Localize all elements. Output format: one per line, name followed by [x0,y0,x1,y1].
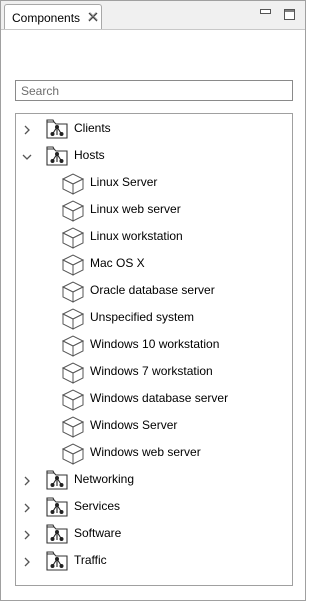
tree-item-label: Windows web server [90,445,201,459]
close-icon[interactable] [87,11,99,23]
cube-icon [61,334,85,357]
tree-item-windows-server[interactable]: Windows Server [16,412,292,439]
tree-item-linux-server[interactable]: Linux Server [16,169,292,196]
cube-icon [61,172,85,195]
tree-group-hosts[interactable]: Hosts [16,142,292,169]
cube-icon [61,442,85,465]
chevron-right-icon[interactable] [22,124,32,135]
tree-group-label: Software [74,526,122,540]
cube-icon [61,280,85,303]
minimize-icon[interactable] [259,8,272,21]
cube-icon [61,307,85,330]
tree-group-clients[interactable]: Clients [16,115,292,142]
tree-item-label: Windows 10 workstation [90,337,220,351]
tree-item-oracle-database-server[interactable]: Oracle database server [16,277,292,304]
tree-item-label: Windows 7 workstation [90,364,213,378]
tab-title: Components [12,11,81,25]
tree-item-label: Linux Server [90,175,158,189]
tree-item-mac-os-x[interactable]: Mac OS X [16,250,292,277]
chevron-right-icon[interactable] [22,502,32,513]
tree-item-unspecified-system[interactable]: Unspecified system [16,304,292,331]
chevron-right-icon[interactable] [22,529,32,540]
cube-icon [61,253,85,276]
tree-item-windows-10-workstation[interactable]: Windows 10 workstation [16,331,292,358]
tree-item-windows-7-workstation[interactable]: Windows 7 workstation [16,358,292,385]
component-group-icon [46,118,68,139]
component-group-icon [46,523,68,544]
tree-group-label: Traffic [74,553,107,567]
tree-group-software[interactable]: Software [16,520,292,547]
cube-icon [61,388,85,411]
tree-item-label: Linux web server [90,202,181,216]
component-group-icon [46,496,68,517]
tab-components[interactable]: Components [4,4,102,29]
tree-item-label: Linux workstation [90,229,183,243]
tree-item-label: Mac OS X [90,256,145,270]
tree-group-label: Hosts [74,148,105,162]
tree-group-label: Networking [74,472,135,486]
tree-item-label: Windows Server [90,418,178,432]
tree-item-label: Unspecified system [90,310,195,324]
tree-group-services[interactable]: Services [16,493,292,520]
tree-item-windows-database-server[interactable]: Windows database server [16,385,292,412]
chevron-down-icon[interactable] [22,151,32,161]
tree-group-label: Clients [74,121,111,135]
maximize-icon[interactable] [283,8,296,21]
chevron-right-icon[interactable] [22,475,32,486]
tree-group-networking[interactable]: Networking [16,466,292,493]
component-group-icon [46,469,68,490]
tree-item-label: Windows database server [90,391,229,405]
tree-item-label: Oracle database server [90,283,215,297]
tree-item-linux-workstation[interactable]: Linux workstation [16,223,292,250]
cube-icon [61,361,85,384]
tree-item-linux-web-server[interactable]: Linux web server [16,196,292,223]
tree-group-traffic[interactable]: Traffic [16,547,292,574]
cube-icon [61,199,85,222]
components-tree: Clients Hosts Linux Server Linux web server… [15,113,293,586]
component-group-icon [46,145,68,166]
tree-group-label: Services [74,499,121,513]
cube-icon [61,415,85,438]
components-view: Components Clients Hosts Linux Server Linux… [0,0,306,601]
tree-item-windows-web-server[interactable]: Windows web server [16,439,292,466]
search-input[interactable] [15,80,293,101]
chevron-right-icon[interactable] [22,556,32,567]
component-group-icon [46,550,68,571]
cube-icon [61,226,85,249]
tab-bar: Components [1,1,305,30]
